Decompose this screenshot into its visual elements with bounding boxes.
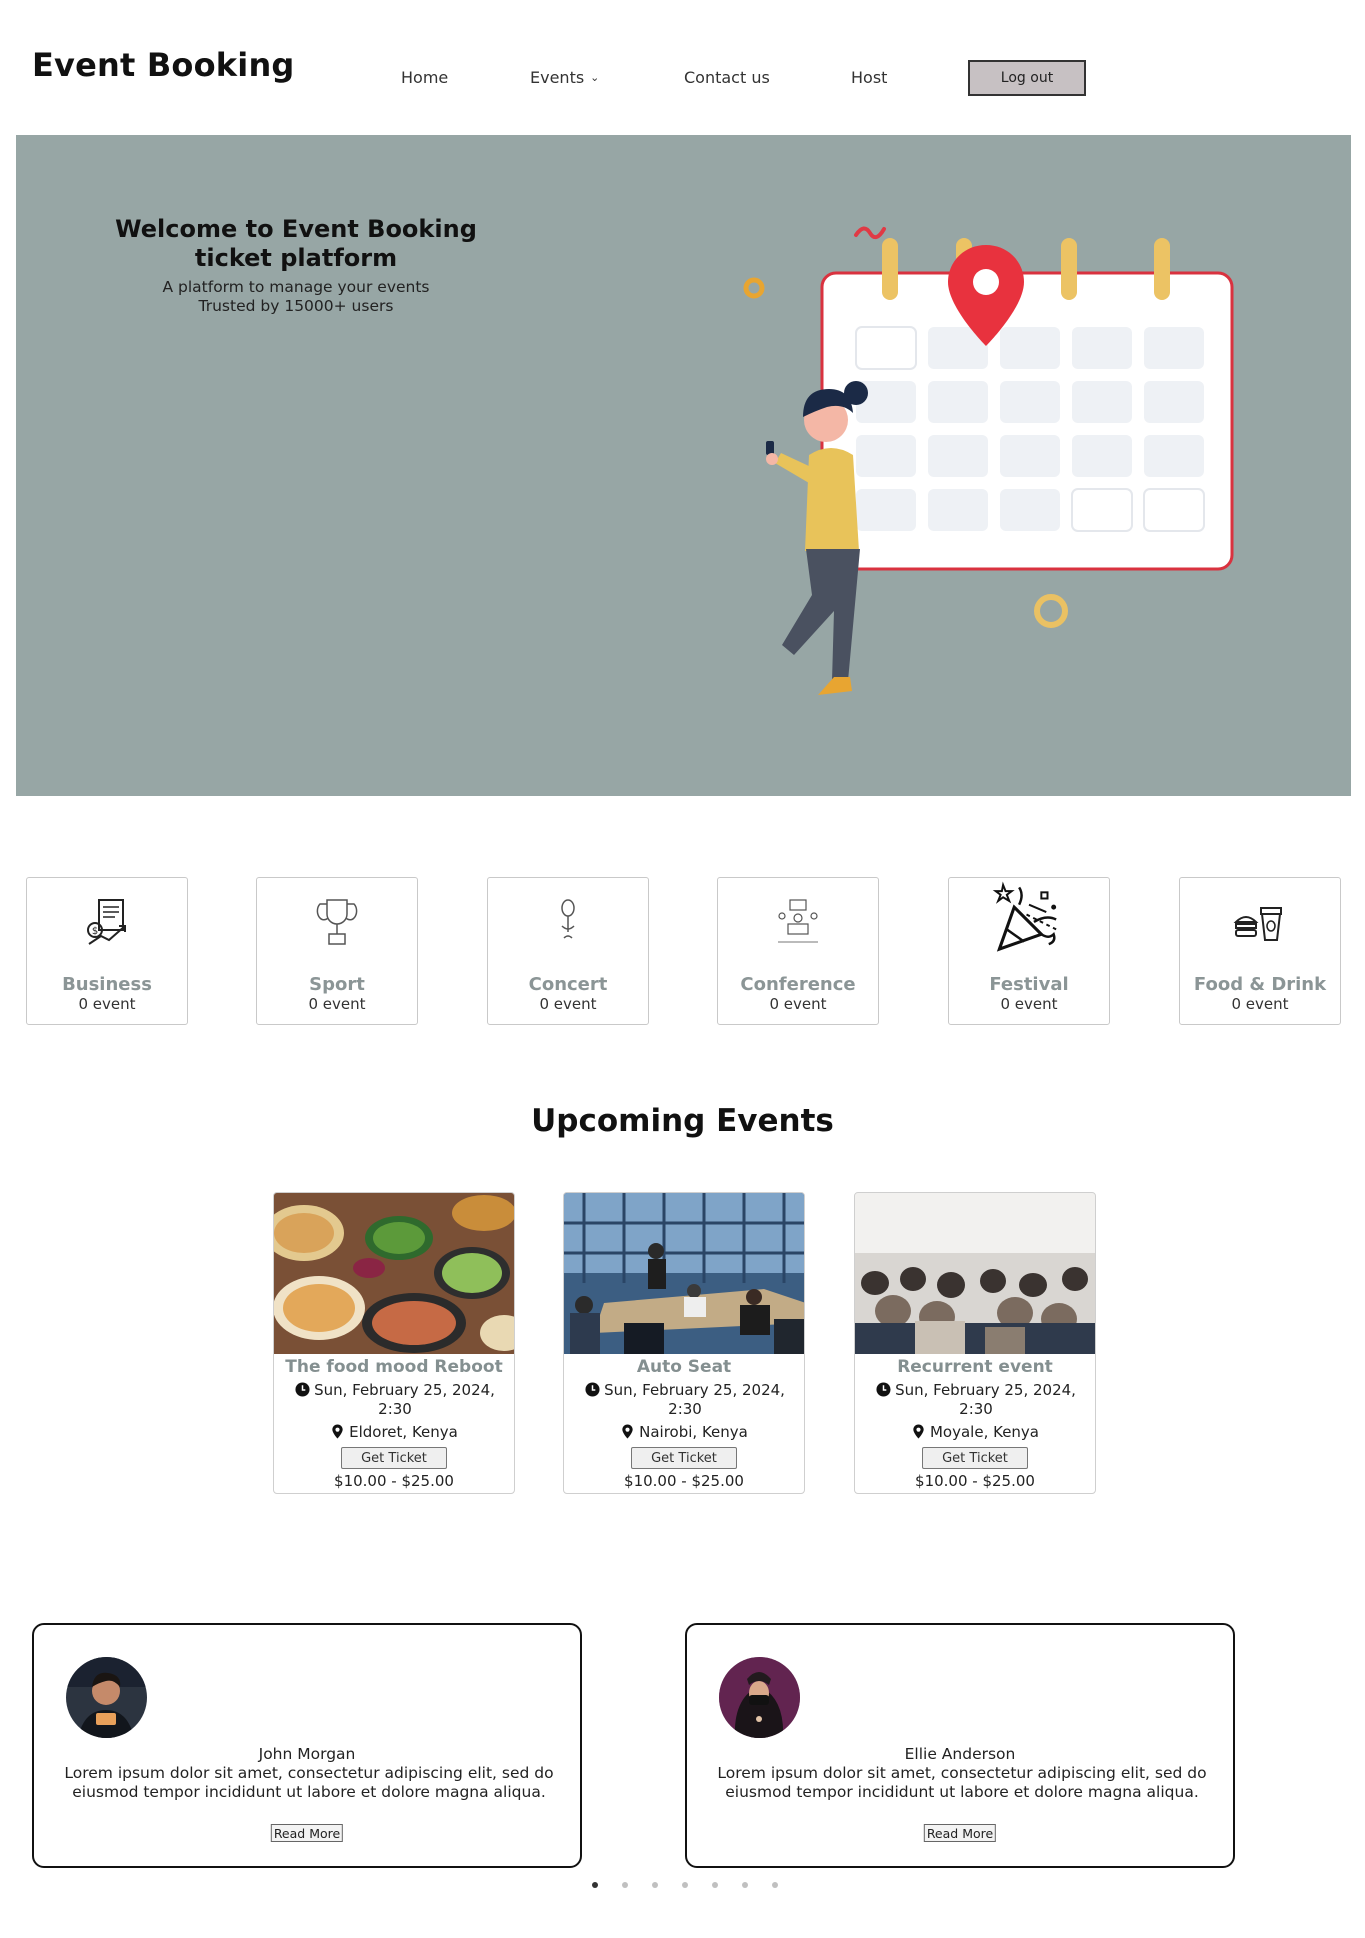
clock-icon <box>585 1382 600 1397</box>
event-location: Eldoret, Kenya <box>274 1423 514 1441</box>
event-location-text: Eldoret, Kenya <box>349 1423 458 1441</box>
testimonial-name: John Morgan <box>258 1745 356 1763</box>
carousel-dot[interactable] <box>622 1882 628 1888</box>
event-image <box>274 1193 514 1354</box>
event-date: Sun, February 25, 2024, 2:30 <box>282 1381 508 1419</box>
testimonial-card: Ellie Anderson Lorem ipsum dolor sit ame… <box>685 1623 1235 1868</box>
avatar <box>719 1657 800 1738</box>
testimonial-text: Lorem ipsum dolor sit amet, consectetur … <box>717 1764 1207 1801</box>
chevron-down-icon: ⌄ <box>590 71 600 84</box>
event-card-auto-seat[interactable]: Auto Seat Sun, February 25, 2024, 2:30 N… <box>563 1192 805 1494</box>
microphone-icon <box>561 899 575 939</box>
carousel-dot[interactable] <box>682 1882 688 1888</box>
get-ticket-button[interactable]: Get Ticket <box>631 1447 737 1469</box>
nav-events[interactable]: Events ⌄ <box>530 68 599 87</box>
nav-events-label: Events <box>530 68 585 87</box>
hero-subtitle-line1: A platform to manage your events <box>162 278 430 296</box>
category-name: Concert <box>528 974 608 995</box>
category-concert[interactable]: Concert 0 event <box>487 877 649 1025</box>
map-pin-icon <box>913 1424 924 1439</box>
category-sport[interactable]: Sport 0 event <box>256 877 418 1025</box>
category-name: Conference <box>740 974 856 995</box>
hero-banner: Welcome to Event Booking ticket platform… <box>16 135 1351 796</box>
event-price: $10.00 - $25.00 <box>915 1472 1035 1490</box>
avatar <box>66 1657 147 1738</box>
event-card-food-mood[interactable]: The food mood Reboot Sun, February 25, 2… <box>273 1192 515 1494</box>
event-location: Moyale, Kenya <box>855 1423 1095 1441</box>
carousel-dot[interactable] <box>772 1882 778 1888</box>
clock-icon <box>295 1382 310 1397</box>
event-date: Sun, February 25, 2024, 2:30 <box>863 1381 1089 1419</box>
category-count: 0 event <box>1231 995 1289 1013</box>
read-more-button[interactable]: Read More <box>270 1824 344 1842</box>
party-popper-icon <box>992 881 1057 952</box>
testimonial-card: John Morgan Lorem ipsum dolor sit amet, … <box>32 1623 582 1868</box>
read-more-button[interactable]: Read More <box>923 1824 997 1842</box>
event-location-text: Nairobi, Kenya <box>639 1423 748 1441</box>
carousel-dot[interactable] <box>592 1882 598 1888</box>
trophy-icon <box>316 899 358 945</box>
nav-home[interactable]: Home <box>401 68 448 87</box>
category-name: Food & Drink <box>1193 974 1327 995</box>
event-location: Nairobi, Kenya <box>564 1423 804 1441</box>
calendar-illustration <box>743 226 1234 695</box>
event-date-text: Sun, February 25, 2024, 2:30 <box>314 1381 495 1418</box>
map-pin-icon <box>622 1424 633 1439</box>
category-business[interactable]: $ Business 0 event <box>26 877 188 1025</box>
event-location-text: Moyale, Kenya <box>929 1423 1039 1441</box>
food-drink-icon <box>1233 907 1282 941</box>
event-date-text: Sun, February 25, 2024, 2:30 <box>604 1381 785 1418</box>
category-conference[interactable]: Conference 0 event <box>717 877 879 1025</box>
event-date-text: Sun, February 25, 2024, 2:30 <box>895 1381 1076 1418</box>
main-nav: Home Events ⌄ Contact us Host <box>0 68 1365 92</box>
event-image <box>855 1193 1095 1354</box>
nav-host[interactable]: Host <box>851 68 887 87</box>
nav-contact[interactable]: Contact us <box>684 68 770 87</box>
category-food-drink[interactable]: Food & Drink 0 event <box>1179 877 1341 1025</box>
category-name: Festival <box>989 974 1069 995</box>
hero-subtitle: A platform to manage your events Trusted… <box>76 278 516 316</box>
carousel-dot[interactable] <box>742 1882 748 1888</box>
svg-text:$: $ <box>92 926 98 937</box>
carousel-dot[interactable] <box>712 1882 718 1888</box>
event-price: $10.00 - $25.00 <box>334 1472 454 1490</box>
category-count: 0 event <box>1000 995 1058 1013</box>
category-count: 0 event <box>308 995 366 1013</box>
event-card-recurrent[interactable]: Recurrent event Sun, February 25, 2024, … <box>854 1192 1096 1494</box>
carousel-dot[interactable] <box>652 1882 658 1888</box>
clock-icon <box>876 1382 891 1397</box>
event-image <box>564 1193 804 1354</box>
event-title[interactable]: Recurrent event <box>855 1357 1095 1377</box>
category-count: 0 event <box>78 995 136 1013</box>
testimonial-text: Lorem ipsum dolor sit amet, consectetur … <box>64 1764 554 1801</box>
event-title[interactable]: The food mood Reboot <box>274 1357 514 1377</box>
category-name: Business <box>62 974 152 995</box>
carousel-dots <box>587 1882 787 1892</box>
upcoming-events-title: Upcoming Events <box>531 1103 834 1139</box>
get-ticket-button[interactable]: Get Ticket <box>922 1447 1028 1469</box>
hero-title: Welcome to Event Booking ticket platform <box>115 215 477 272</box>
logout-button[interactable]: Log out <box>968 60 1086 96</box>
category-name: Sport <box>309 974 365 995</box>
get-ticket-button[interactable]: Get Ticket <box>341 1447 447 1469</box>
event-price: $10.00 - $25.00 <box>624 1472 744 1490</box>
map-pin-icon <box>332 1424 343 1439</box>
conference-icon <box>778 899 818 943</box>
category-festival[interactable]: Festival 0 event <box>948 877 1110 1025</box>
testimonial-name: Ellie Anderson <box>904 1745 1016 1763</box>
event-date: Sun, February 25, 2024, 2:30 <box>572 1381 798 1419</box>
hero-subtitle-line2: Trusted by 15000+ users <box>198 297 394 315</box>
event-title[interactable]: Auto Seat <box>564 1357 804 1377</box>
business-icon: $ <box>87 899 126 945</box>
category-count: 0 event <box>539 995 597 1013</box>
category-count: 0 event <box>769 995 827 1013</box>
